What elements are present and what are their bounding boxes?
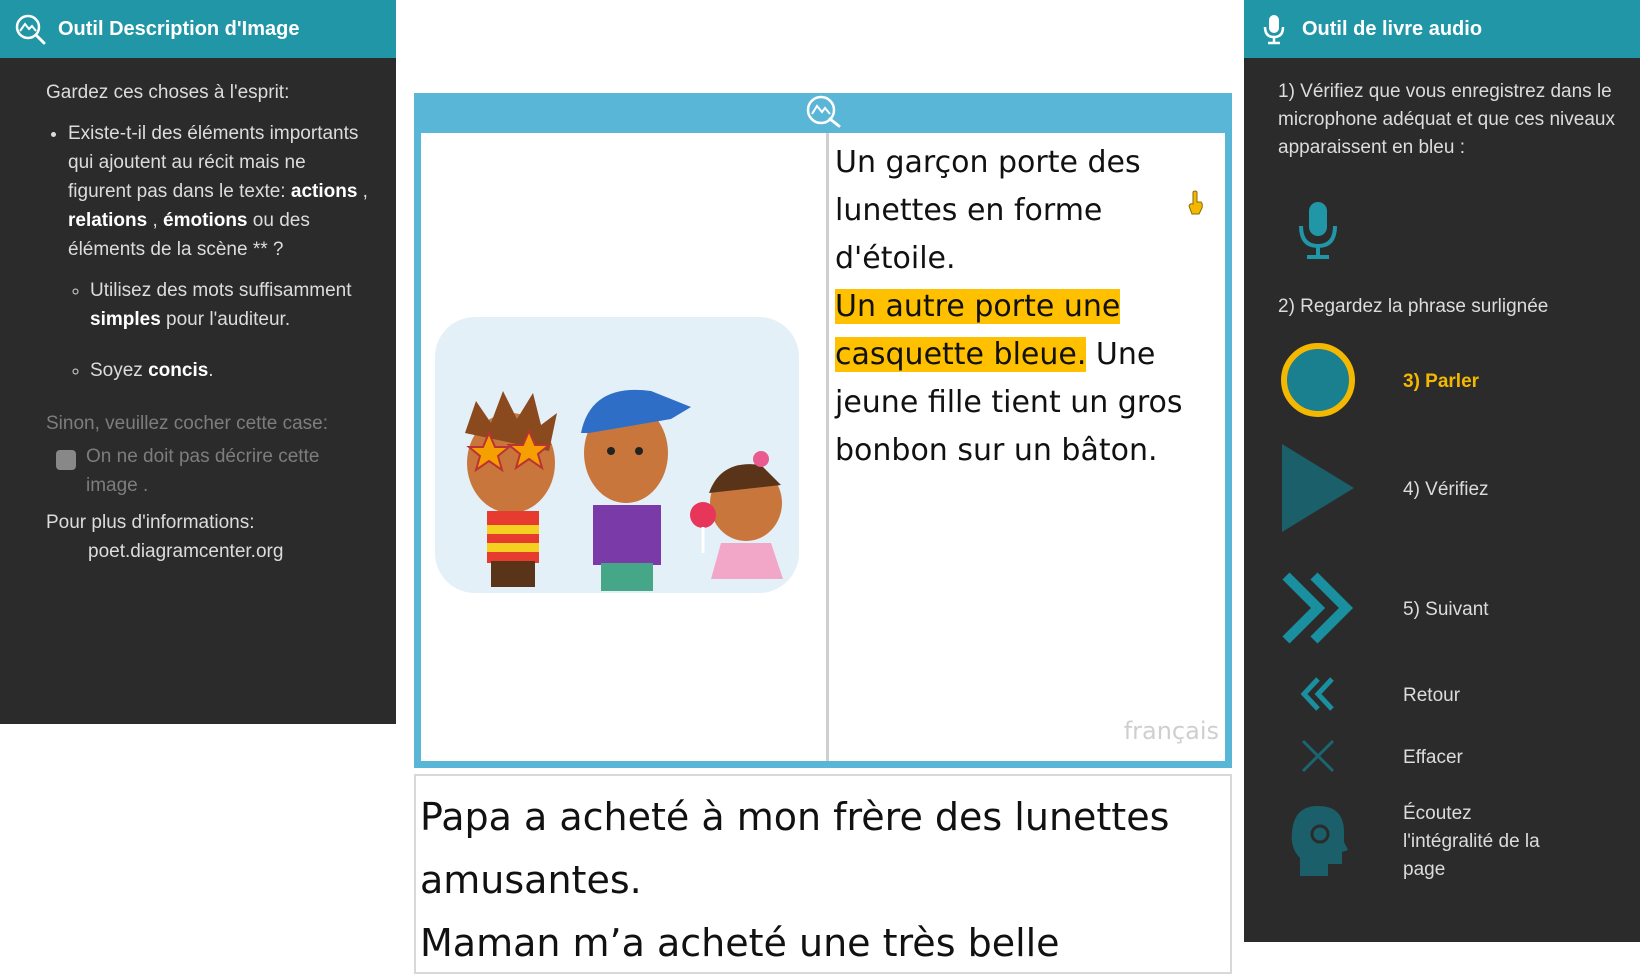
- microphone-level-icon: [1295, 200, 1341, 265]
- audio-book-panel: Outil de livre audio 1) Vérifiez que vou…: [1244, 0, 1640, 942]
- listen-row[interactable]: Écoutez l'intégralité de la page: [1278, 802, 1540, 883]
- listen-head-icon[interactable]: [1288, 802, 1348, 883]
- next-label[interactable]: 5) Suivant: [1403, 599, 1489, 621]
- no-description-checkbox-row[interactable]: On ne doit pas décrire cette image .: [46, 442, 374, 500]
- speak-row[interactable]: 3) Parler: [1278, 340, 1479, 425]
- book-toolbar: [421, 93, 1225, 133]
- image-description-panel: Outil Description d'Image Gardez ces cho…: [0, 0, 396, 724]
- illustration-cell: [421, 133, 829, 761]
- verify-label[interactable]: 4) Vérifiez: [1403, 479, 1489, 501]
- clear-row[interactable]: Effacer: [1278, 738, 1463, 779]
- book-text-cell[interactable]: Un garçon porte des lunettes en forme d'…: [829, 133, 1225, 761]
- back-label[interactable]: Retour: [1403, 685, 1460, 707]
- back-icon[interactable]: [1300, 676, 1336, 717]
- step1-instruction: 1) Vérifiez que vous enregistrez dans le…: [1278, 81, 1615, 158]
- guideline-important-elements: Existe-t-il des éléments importants qui …: [68, 119, 374, 385]
- no-description-label: On ne doit pas décrire cette image .: [86, 446, 320, 496]
- info-label: Pour plus d'informations:: [46, 512, 255, 533]
- sentence-2-highlighted[interactable]: Un autre porte une casquette bleue.: [835, 289, 1121, 372]
- audio-book-header: Outil de livre audio: [1244, 0, 1640, 58]
- book-page: Un garçon porte des lunettes en forme d'…: [421, 133, 1225, 761]
- back-row[interactable]: Retour: [1278, 676, 1460, 717]
- audio-book-title: Outil de livre audio: [1302, 17, 1483, 40]
- sentence-1[interactable]: Un garçon porte des lunettes en forme d'…: [835, 145, 1141, 276]
- play-icon[interactable]: [1280, 442, 1356, 539]
- cursor-hand-icon: [1187, 183, 1205, 231]
- book-page-frame: Un garçon porte des lunettes en forme d'…: [414, 93, 1232, 768]
- step2-row: 2) Regardez la phrase surlignée: [1278, 296, 1548, 318]
- optout-question: Sinon, veuillez cocher cette case:: [46, 413, 328, 434]
- no-description-checkbox[interactable]: [56, 450, 76, 470]
- image-description-header: Outil Description d'Image: [0, 0, 396, 58]
- info-link[interactable]: poet.diagramcenter.org: [46, 537, 374, 566]
- guideline-simple-words: Utilisez des mots suffisamment simples p…: [90, 276, 374, 334]
- listen-label[interactable]: Écoutez l'intégralité de la page: [1403, 800, 1553, 884]
- story-line-2: Maman m’a acheté une très belle: [420, 921, 1060, 965]
- next-icon[interactable]: [1280, 570, 1356, 651]
- verify-row[interactable]: 4) Vérifiez: [1278, 442, 1489, 539]
- clear-label[interactable]: Effacer: [1403, 747, 1463, 769]
- illustration-children: [435, 317, 799, 593]
- story-text-box: Papa a acheté à mon frère des lunettes a…: [414, 774, 1232, 974]
- guidelines-intro: Gardez ces choses à l'esprit:: [46, 82, 290, 103]
- step2-instruction: 2) Regardez la phrase surlignée: [1278, 296, 1549, 317]
- speak-label[interactable]: 3) Parler: [1403, 371, 1479, 393]
- image-description-title: Outil Description d'Image: [58, 17, 300, 40]
- mic-level-row: [1278, 200, 1358, 265]
- image-description-icon[interactable]: [803, 94, 843, 133]
- story-line-1: Papa a acheté à mon frère des lunettes a…: [420, 795, 1170, 902]
- next-row[interactable]: 5) Suivant: [1278, 570, 1489, 651]
- record-icon[interactable]: [1278, 340, 1358, 425]
- guideline-concise: Soyez concis.: [90, 356, 374, 385]
- clear-icon[interactable]: [1300, 738, 1336, 779]
- image-description-icon: [14, 13, 46, 45]
- language-label: français: [1123, 717, 1219, 745]
- microphone-icon: [1258, 13, 1290, 45]
